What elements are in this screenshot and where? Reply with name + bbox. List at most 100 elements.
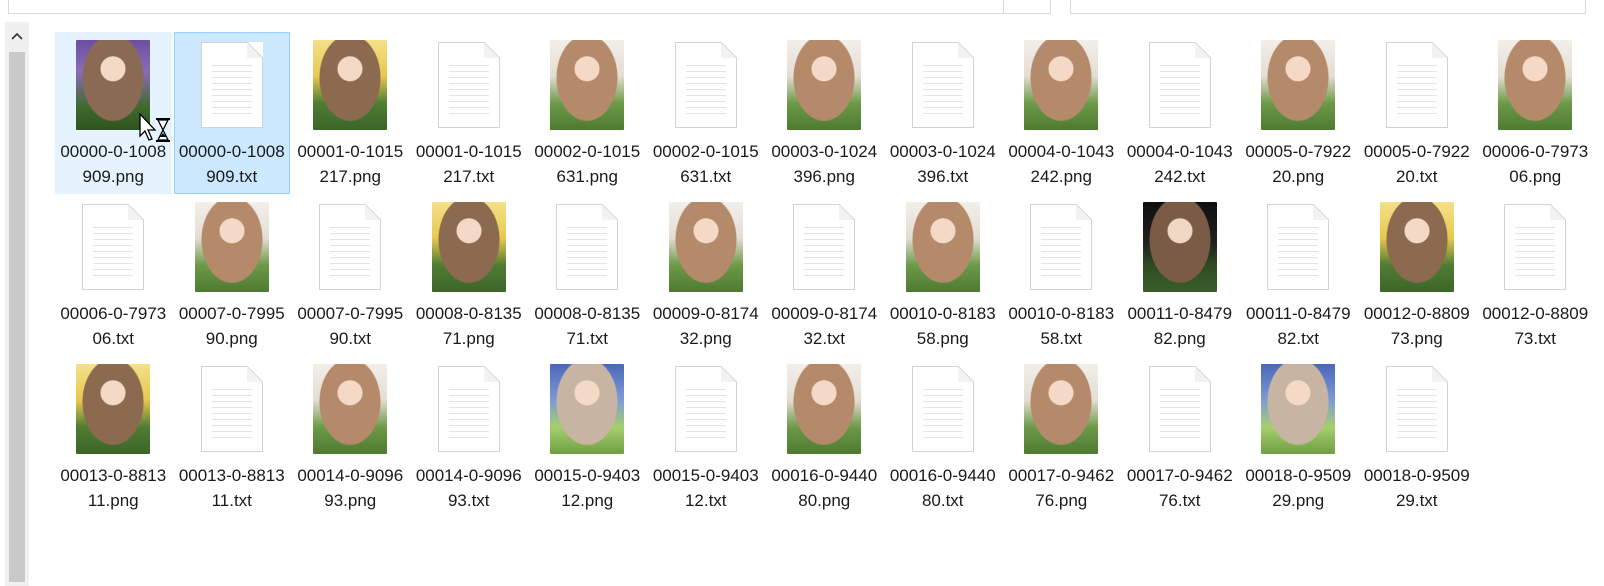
file-name: 00003-0-1024396.png bbox=[771, 142, 878, 186]
text-file-icon bbox=[911, 42, 974, 128]
image-thumbnail bbox=[313, 364, 388, 454]
file-thumbnail bbox=[786, 201, 862, 293]
file-name: 00018-0-950929.txt bbox=[1363, 466, 1470, 510]
file-item-image[interactable]: 00011-0-847982.png bbox=[1122, 194, 1239, 356]
file-item-image[interactable]: 00010-0-818358.png bbox=[885, 194, 1002, 356]
file-thumbnail bbox=[312, 39, 388, 131]
file-thumbnail bbox=[1260, 363, 1336, 455]
text-file-icon bbox=[556, 204, 619, 290]
file-item-text[interactable]: 00006-0-797306.txt bbox=[55, 194, 172, 356]
text-file-icon bbox=[1267, 204, 1330, 290]
file-name: 00006-0-797306.png bbox=[1482, 142, 1589, 186]
file-name: 00005-0-792220.png bbox=[1245, 142, 1352, 186]
file-item-image[interactable]: 00006-0-797306.png bbox=[1477, 32, 1594, 194]
file-name: 00013-0-881311.txt bbox=[178, 466, 285, 510]
file-item-text[interactable]: 00005-0-792220.txt bbox=[1359, 32, 1476, 194]
file-item-image[interactable]: 00002-0-1015631.png bbox=[529, 32, 646, 194]
text-file-icon bbox=[1030, 204, 1093, 290]
file-item-text[interactable]: 00007-0-799590.txt bbox=[292, 194, 409, 356]
file-item-image[interactable]: 00017-0-946276.png bbox=[1003, 356, 1120, 518]
file-name: 00007-0-799590.png bbox=[178, 304, 285, 348]
file-item-image[interactable]: 00008-0-813571.png bbox=[411, 194, 528, 356]
file-thumbnail bbox=[1023, 201, 1099, 293]
file-item-image[interactable]: 00003-0-1024396.png bbox=[766, 32, 883, 194]
file-item-image[interactable]: 00009-0-817432.png bbox=[648, 194, 765, 356]
file-item-text[interactable]: 00010-0-818358.txt bbox=[1003, 194, 1120, 356]
file-item-image[interactable]: 00014-0-909693.png bbox=[292, 356, 409, 518]
image-thumbnail bbox=[431, 202, 506, 292]
text-file-icon bbox=[1148, 42, 1211, 128]
file-item-text[interactable]: 00008-0-813571.txt bbox=[529, 194, 646, 356]
chevron-up-icon[interactable] bbox=[5, 22, 29, 50]
text-file-icon bbox=[82, 204, 145, 290]
file-item-image[interactable]: 00015-0-940312.png bbox=[529, 356, 646, 518]
file-item-text[interactable]: 00018-0-950929.txt bbox=[1359, 356, 1476, 518]
file-thumbnail bbox=[312, 363, 388, 455]
text-file-icon bbox=[200, 366, 263, 452]
file-item-image[interactable]: 00012-0-880973.png bbox=[1359, 194, 1476, 356]
file-name: 00001-0-1015217.txt bbox=[415, 142, 522, 186]
image-thumbnail bbox=[550, 364, 625, 454]
text-file-icon bbox=[1148, 366, 1211, 452]
text-file-icon bbox=[674, 366, 737, 452]
file-item-text[interactable]: 00002-0-1015631.txt bbox=[648, 32, 765, 194]
vertical-scrollbar[interactable] bbox=[5, 22, 29, 586]
file-item-text[interactable]: 00004-0-1043242.txt bbox=[1122, 32, 1239, 194]
file-item-image[interactable]: 00001-0-1015217.png bbox=[292, 32, 409, 194]
search-box[interactable] bbox=[1070, 0, 1586, 14]
scrollbar-thumb[interactable] bbox=[9, 52, 25, 582]
file-item-text[interactable]: 00001-0-1015217.txt bbox=[411, 32, 528, 194]
text-file-icon bbox=[437, 42, 500, 128]
image-thumbnail bbox=[1498, 40, 1573, 130]
file-item-text[interactable]: 00003-0-1024396.txt bbox=[885, 32, 1002, 194]
file-thumbnail bbox=[194, 363, 270, 455]
image-thumbnail bbox=[550, 40, 625, 130]
file-name: 00008-0-813571.png bbox=[415, 304, 522, 348]
file-thumbnail bbox=[668, 39, 744, 131]
file-name: 00005-0-792220.txt bbox=[1363, 142, 1470, 186]
file-item-text[interactable]: 00015-0-940312.txt bbox=[648, 356, 765, 518]
file-item-image[interactable]: 00005-0-792220.png bbox=[1240, 32, 1357, 194]
text-file-icon bbox=[1385, 366, 1448, 452]
file-item-image[interactable]: 00016-0-944080.png bbox=[766, 356, 883, 518]
file-item-text[interactable]: 00009-0-817432.txt bbox=[766, 194, 883, 356]
file-item-text[interactable]: 00013-0-881311.txt bbox=[174, 356, 291, 518]
file-item-text[interactable]: 00000-0-1008909.txt bbox=[173, 32, 290, 194]
file-name: 00017-0-946276.txt bbox=[1126, 466, 1233, 510]
image-thumbnail bbox=[1261, 364, 1336, 454]
file-item-image[interactable]: 00007-0-799590.png bbox=[174, 194, 291, 356]
file-name: 00011-0-847982.png bbox=[1127, 304, 1233, 348]
image-thumbnail bbox=[76, 364, 151, 454]
file-item-text[interactable]: 00014-0-909693.txt bbox=[411, 356, 528, 518]
file-item-text[interactable]: 00017-0-946276.txt bbox=[1122, 356, 1239, 518]
file-item-image[interactable]: 00004-0-1043242.png bbox=[1003, 32, 1120, 194]
text-file-icon bbox=[911, 366, 974, 452]
file-name: 00004-0-1043242.png bbox=[1008, 142, 1115, 186]
file-name: 00002-0-1015631.txt bbox=[652, 142, 759, 186]
address-bar[interactable] bbox=[8, 0, 1005, 14]
image-thumbnail bbox=[668, 202, 743, 292]
file-item-text[interactable]: 00016-0-944080.txt bbox=[885, 356, 1002, 518]
file-thumbnail bbox=[549, 363, 625, 455]
file-item-text[interactable]: 00011-0-847982.txt bbox=[1240, 194, 1357, 356]
file-thumbnail bbox=[1379, 363, 1455, 455]
file-name: 00013-0-881311.png bbox=[60, 466, 167, 510]
file-thumbnail bbox=[905, 39, 981, 131]
file-name: 00010-0-818358.txt bbox=[1008, 304, 1115, 348]
file-thumbnail bbox=[194, 201, 270, 293]
file-item-image[interactable]: 00018-0-950929.png bbox=[1240, 356, 1357, 518]
file-thumbnail bbox=[549, 39, 625, 131]
file-thumbnail bbox=[1023, 39, 1099, 131]
file-name: 00004-0-1043242.txt bbox=[1126, 142, 1233, 186]
file-name: 00015-0-940312.txt bbox=[652, 466, 759, 510]
image-thumbnail bbox=[1024, 40, 1099, 130]
image-thumbnail bbox=[313, 40, 388, 130]
file-item-image[interactable]: 00013-0-881311.png bbox=[55, 356, 172, 518]
file-thumbnail bbox=[786, 363, 862, 455]
text-file-icon bbox=[674, 42, 737, 128]
file-name: 00000-0-1008909.png bbox=[60, 142, 167, 186]
address-refresh-button[interactable] bbox=[1003, 0, 1051, 14]
file-thumbnail bbox=[905, 201, 981, 293]
text-file-icon bbox=[1504, 204, 1567, 290]
file-item-text[interactable]: 00012-0-880973.txt bbox=[1477, 194, 1594, 356]
